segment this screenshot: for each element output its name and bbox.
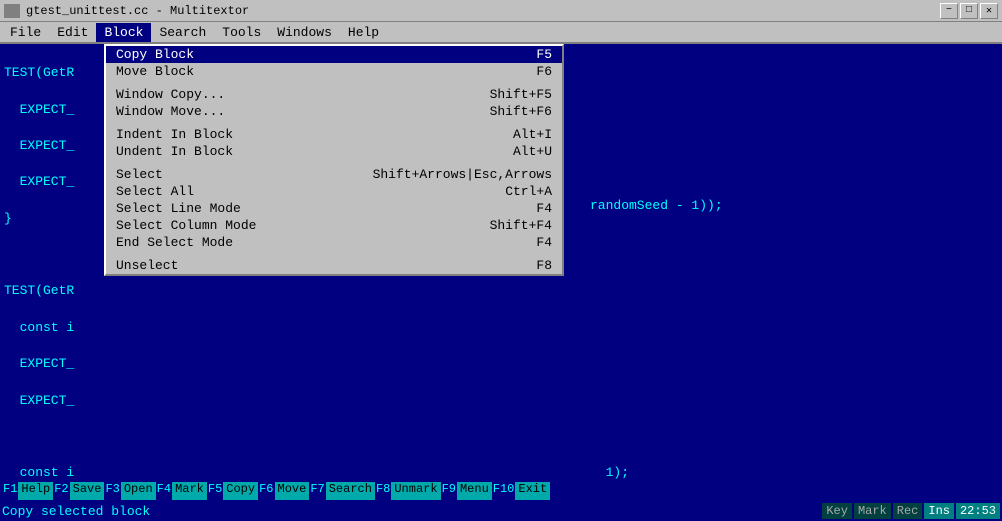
fn1[interactable]: F1Help (2, 482, 53, 500)
indent-block-shortcut: Alt+I (513, 127, 552, 142)
status-right: Key Mark Rec Ins 22:53 (822, 503, 1000, 519)
fn5[interactable]: F5Copy (207, 482, 258, 500)
menu-end-select[interactable]: End Select Mode F4 (106, 234, 562, 251)
window-move-shortcut: Shift+F6 (490, 104, 552, 119)
titlebar-left: gtest_unittest.cc - Multitextor (4, 4, 249, 18)
menu-select[interactable]: Select Shift+Arrows|Esc,Arrows (106, 166, 562, 183)
menubar: File Edit Block Search Tools Windows Hel… (0, 22, 1002, 44)
menu-indent-block[interactable]: Indent In Block Alt+I (106, 126, 562, 143)
code-line: EXPECT_ (4, 355, 998, 373)
move-block-shortcut: F6 (536, 64, 552, 79)
fnkey-bar: F1Help F2Save F3Open F4Mark F5Copy F6Mov… (0, 481, 1002, 501)
menu-undent-block[interactable]: Undent In Block Alt+U (106, 143, 562, 160)
badge-ins: Ins (924, 503, 954, 519)
fn10[interactable]: F10Exit (492, 482, 550, 500)
window-move-label: Window Move... (116, 104, 225, 119)
select-all-label: Select All (116, 184, 194, 199)
fn9[interactable]: F9Menu (441, 482, 492, 500)
badge-key: Key (822, 503, 852, 519)
code-line: const i 1); (4, 464, 998, 481)
select-label: Select (116, 167, 163, 182)
titlebar-title: gtest_unittest.cc - Multitextor (26, 4, 249, 18)
menu-select-all[interactable]: Select All Ctrl+A (106, 183, 562, 200)
unselect-label: Unselect (116, 258, 178, 273)
window-copy-label: Window Copy... (116, 87, 225, 102)
menu-unselect[interactable]: Unselect F8 (106, 257, 562, 274)
copy-block-shortcut: F5 (536, 47, 552, 62)
menu-windows[interactable]: Windows (269, 23, 340, 42)
menu-file[interactable]: File (2, 23, 49, 42)
end-select-shortcut: F4 (536, 235, 552, 250)
menu-block[interactable]: Block (96, 23, 151, 42)
fn8[interactable]: F8Unmark (375, 482, 441, 500)
move-block-label: Move Block (116, 64, 194, 79)
menu-move-block[interactable]: Move Block F6 (106, 63, 562, 80)
undent-block-label: Undent In Block (116, 144, 233, 159)
select-shortcut: Shift+Arrows|Esc,Arrows (373, 167, 552, 182)
fn6[interactable]: F6Move (258, 482, 309, 500)
menu-help[interactable]: Help (340, 23, 387, 42)
menu-select-column[interactable]: Select Column Mode Shift+F4 (106, 217, 562, 234)
copy-block-label: Copy Block (116, 47, 194, 62)
badge-rec: Rec (893, 503, 923, 519)
menu-window-copy[interactable]: Window Copy... Shift+F5 (106, 86, 562, 103)
unselect-shortcut: F8 (536, 258, 552, 273)
select-all-shortcut: Ctrl+A (505, 184, 552, 199)
end-select-label: End Select Mode (116, 235, 233, 250)
app-icon (4, 4, 20, 18)
window-copy-shortcut: Shift+F5 (490, 87, 552, 102)
code-line: const i (4, 319, 998, 337)
status-text: Copy selected block (2, 504, 150, 519)
fn4[interactable]: F4Mark (156, 482, 207, 500)
maximize-button[interactable]: □ (960, 3, 978, 19)
menu-copy-block[interactable]: Copy Block F5 (106, 46, 562, 63)
statusbar: Copy selected block Key Mark Rec Ins 22:… (0, 501, 1002, 521)
fn2[interactable]: F2Save (53, 482, 104, 500)
fn7[interactable]: F7Search (309, 482, 375, 500)
select-line-label: Select Line Mode (116, 201, 241, 216)
badge-mark: Mark (854, 503, 891, 519)
undent-block-shortcut: Alt+U (513, 144, 552, 159)
code-line: TEST(GetRrandomSeed - 1)); (4, 282, 998, 300)
titlebar-controls: − □ ✕ (940, 3, 998, 19)
menu-tools[interactable]: Tools (214, 23, 269, 42)
select-column-shortcut: Shift+F4 (490, 218, 552, 233)
minimize-button[interactable]: − (940, 3, 958, 19)
code-line: EXPECT_ (4, 392, 998, 410)
close-button[interactable]: ✕ (980, 3, 998, 19)
titlebar: gtest_unittest.cc - Multitextor − □ ✕ (0, 0, 1002, 22)
indent-block-label: Indent In Block (116, 127, 233, 142)
menu-edit[interactable]: Edit (49, 23, 96, 42)
menu-select-line[interactable]: Select Line Mode F4 (106, 200, 562, 217)
select-column-label: Select Column Mode (116, 218, 256, 233)
menu-window-move[interactable]: Window Move... Shift+F6 (106, 103, 562, 120)
code-line (4, 428, 998, 446)
fn3[interactable]: F3Open (104, 482, 155, 500)
menu-search[interactable]: Search (151, 23, 214, 42)
select-line-shortcut: F4 (536, 201, 552, 216)
block-menu: Copy Block F5 Move Block F6 Window Copy.… (104, 44, 564, 276)
badge-time: 22:53 (956, 503, 1000, 519)
